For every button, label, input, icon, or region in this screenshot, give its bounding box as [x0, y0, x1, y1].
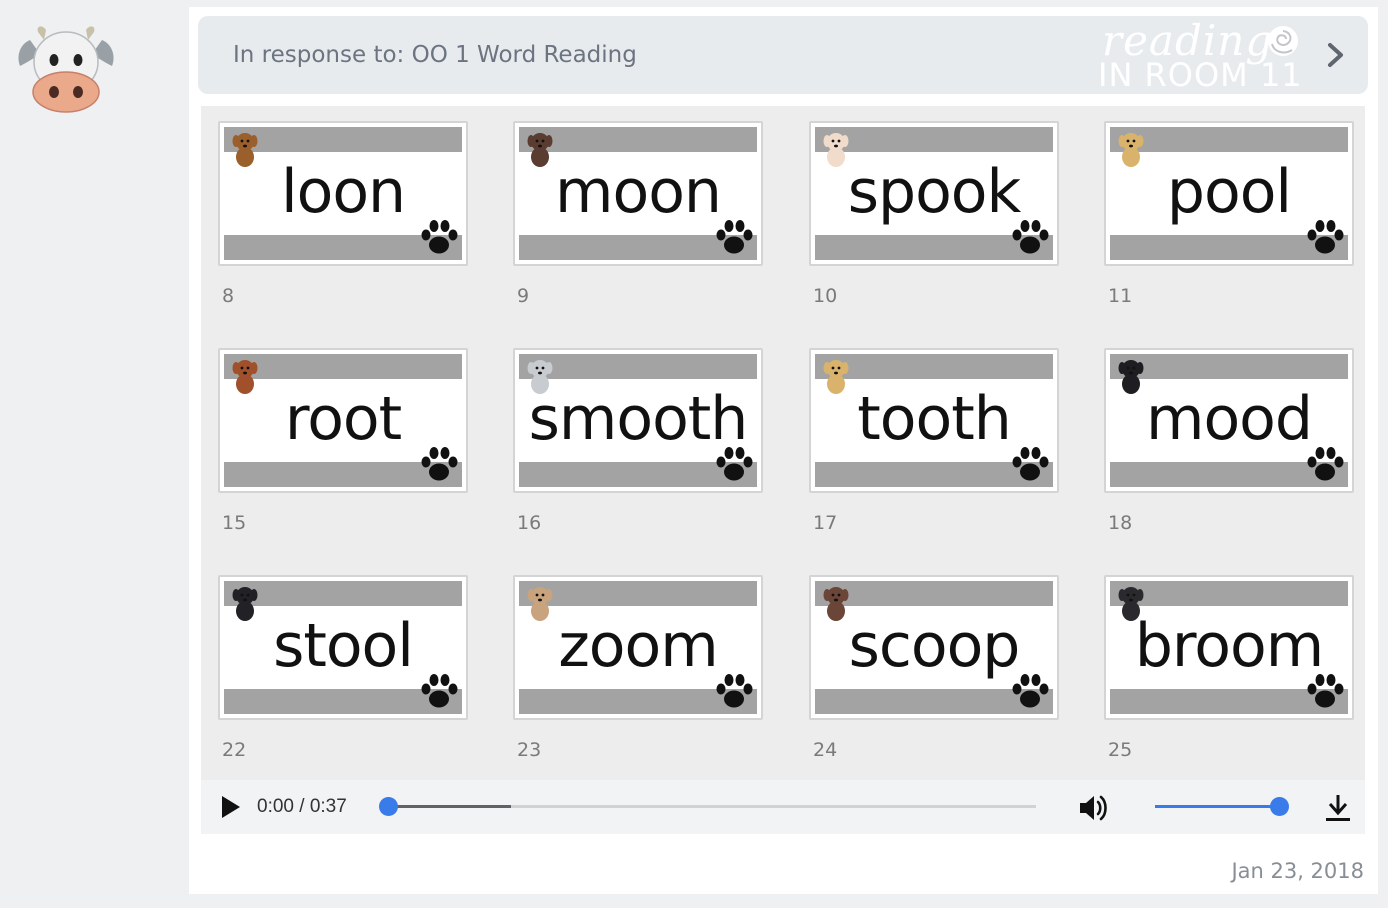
- slide-card[interactable]: zoom 23: [513, 575, 763, 761]
- volume-slider[interactable]: [1155, 797, 1289, 816]
- reading-in-room-11-logo: reading IN ROOM 11: [1096, 16, 1318, 94]
- slide-card[interactable]: mood 18: [1104, 348, 1354, 534]
- slide-frame: smooth: [513, 348, 763, 493]
- slide-frame: moon: [513, 121, 763, 266]
- play-icon[interactable]: [217, 794, 243, 820]
- slide-number: 22: [222, 739, 247, 761]
- progress-slider[interactable]: [379, 797, 1036, 816]
- paw-print-icon: [1012, 447, 1049, 481]
- slide-number: 9: [517, 285, 530, 307]
- volume-thumb[interactable]: [1270, 797, 1289, 816]
- paw-print-icon: [1012, 674, 1049, 708]
- slide-number: 24: [813, 739, 838, 761]
- slide-number: 25: [1108, 739, 1133, 761]
- response-header[interactable]: In response to: OO 1 Word Reading readin…: [198, 16, 1368, 94]
- paw-print-icon: [716, 447, 753, 481]
- slide-frame: broom: [1104, 575, 1354, 720]
- slide-card[interactable]: loon 8: [218, 121, 468, 307]
- response-title: In response to: OO 1 Word Reading: [233, 42, 637, 68]
- slide-card[interactable]: scoop 24: [809, 575, 1059, 761]
- paw-print-icon: [421, 447, 458, 481]
- slide-frame: root: [218, 348, 468, 493]
- rose-icon: [1268, 26, 1298, 56]
- chevron-right-icon[interactable]: [1320, 40, 1350, 70]
- avatar[interactable]: [14, 22, 118, 116]
- slide-number: 18: [1108, 512, 1133, 534]
- slide-grid: loon 8 moon 9 spook 10 pool 11 root 15 s…: [201, 106, 1365, 780]
- slide-card[interactable]: spook 10: [809, 121, 1059, 307]
- paw-print-icon: [1307, 674, 1344, 708]
- post-card: In response to: OO 1 Word Reading readin…: [189, 7, 1378, 894]
- paw-print-icon: [1012, 220, 1049, 254]
- progress-thumb[interactable]: [379, 797, 398, 816]
- paw-print-icon: [716, 674, 753, 708]
- paw-print-icon: [421, 220, 458, 254]
- slide-frame: pool: [1104, 121, 1354, 266]
- paw-print-icon: [1307, 447, 1344, 481]
- slide-number: 17: [813, 512, 838, 534]
- slide-card[interactable]: smooth 16: [513, 348, 763, 534]
- paw-print-icon: [1307, 220, 1344, 254]
- slide-card[interactable]: pool 11: [1104, 121, 1354, 307]
- slide-card[interactable]: moon 9: [513, 121, 763, 307]
- slide-frame: scoop: [809, 575, 1059, 720]
- logo-subtitle: IN ROOM 11: [1098, 56, 1303, 94]
- paw-print-icon: [421, 674, 458, 708]
- slide-frame: loon: [218, 121, 468, 266]
- slide-frame: spook: [809, 121, 1059, 266]
- volume-fill: [1155, 805, 1279, 808]
- slide-card[interactable]: root 15: [218, 348, 468, 534]
- slide-number: 8: [222, 285, 235, 307]
- volume-icon[interactable]: [1077, 792, 1111, 824]
- download-icon[interactable]: [1323, 792, 1353, 824]
- slide-frame: zoom: [513, 575, 763, 720]
- audio-player: 0:00 / 0:37: [201, 780, 1365, 834]
- paw-print-icon: [716, 220, 753, 254]
- cow-face-emoji-icon: [18, 26, 114, 113]
- slide-number: 10: [813, 285, 838, 307]
- slide-card[interactable]: broom 25: [1104, 575, 1354, 761]
- slide-frame: tooth: [809, 348, 1059, 493]
- slide-frame: mood: [1104, 348, 1354, 493]
- slide-number: 23: [517, 739, 542, 761]
- progress-buffered: [388, 805, 512, 808]
- slide-number: 15: [222, 512, 247, 534]
- post-date: Jan 23, 2018: [1231, 859, 1364, 883]
- time-display: 0:00 / 0:37: [257, 796, 347, 817]
- slide-number: 11: [1108, 285, 1133, 307]
- slide-number: 16: [517, 512, 542, 534]
- slide-card[interactable]: stool 22: [218, 575, 468, 761]
- slide-card[interactable]: tooth 17: [809, 348, 1059, 534]
- slide-frame: stool: [218, 575, 468, 720]
